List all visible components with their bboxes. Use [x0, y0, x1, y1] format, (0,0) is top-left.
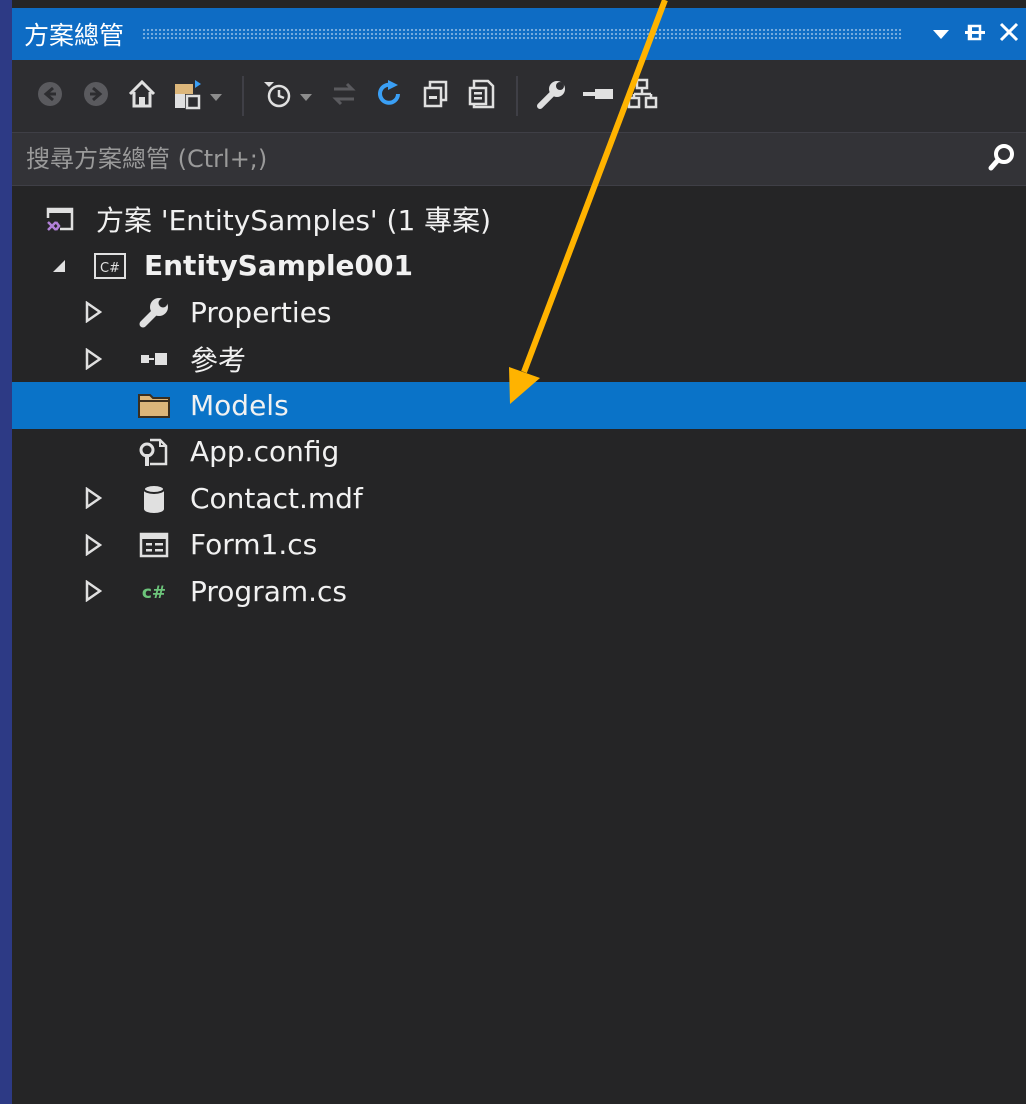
show-all-files-icon: [466, 78, 498, 114]
tree-item-program[interactable]: c# Program.cs: [12, 568, 1026, 615]
solution-explorer-panel: 方案總管 搜尋方案總管 (Ctrl+;) 方案 'EntitySamples' …: [12, 0, 1026, 1104]
refresh-icon: [374, 78, 406, 114]
close-icon: [998, 21, 1020, 47]
back-icon: [36, 80, 64, 112]
tree-item-references[interactable]: 參考: [12, 336, 1026, 383]
tree-item-form1[interactable]: Form1.cs: [12, 522, 1026, 569]
tree-item-app-config[interactable]: App.config: [12, 429, 1026, 476]
pending-changes-filter-icon: [262, 78, 294, 114]
home-icon: [126, 78, 158, 114]
tree-item-label: Properties: [190, 295, 332, 329]
sync-with-active-document-button[interactable]: [324, 74, 364, 118]
tree-item-solution[interactable]: 方案 'EntitySamples' (1 專案): [12, 196, 1026, 243]
auto-hide-pin-button[interactable]: [958, 8, 992, 60]
tree-item-label: Models: [190, 388, 289, 422]
chevron-down-icon: [210, 87, 222, 106]
collapsed-arrow-icon[interactable]: [82, 344, 104, 374]
title-grip[interactable]: [142, 28, 902, 40]
show-all-files-button[interactable]: [462, 74, 502, 118]
chevron-down-icon: [300, 87, 312, 106]
tree-item-label: App.config: [190, 435, 340, 469]
collapsed-arrow-icon[interactable]: [82, 297, 104, 327]
csharp-project-icon: C#: [90, 246, 130, 286]
collapsed-arrow-icon[interactable]: [82, 576, 104, 606]
forward-icon: [82, 80, 110, 112]
windows-form-icon: [134, 525, 174, 565]
tree-item-project[interactable]: C# EntitySample001: [12, 243, 1026, 290]
collapsed-arrow-icon[interactable]: [82, 483, 104, 513]
toolbar: [12, 60, 1026, 132]
pending-changes-filter-button[interactable]: [258, 74, 298, 118]
class-view-icon: [627, 78, 661, 114]
refresh-button[interactable]: [370, 74, 410, 118]
collapsed-arrow-icon[interactable]: [82, 530, 104, 560]
tree-item-label: EntitySample001: [144, 249, 413, 283]
config-file-icon: [134, 432, 174, 472]
properties-icon: [536, 78, 568, 114]
tree-item-label: Program.cs: [190, 574, 348, 608]
expanded-arrow-icon[interactable]: [48, 251, 70, 281]
properties-button[interactable]: [532, 74, 572, 118]
search-input[interactable]: [12, 135, 978, 183]
preview-icon: [581, 78, 615, 114]
title-bar: 方案總管: [12, 8, 1026, 60]
close-button[interactable]: [992, 8, 1026, 60]
sync-icon: [328, 78, 360, 114]
svg-text:c#: c#: [142, 583, 166, 603]
tree-item-properties[interactable]: Properties: [12, 289, 1026, 336]
visual-studio-solution-icon: [40, 199, 80, 239]
search-button[interactable]: [978, 135, 1026, 183]
toolbar-separator: [242, 76, 244, 116]
triangle-down-icon: [932, 25, 950, 44]
pending-changes-dropdown[interactable]: [298, 74, 314, 118]
switch-views-icon: [171, 78, 205, 114]
switch-views-dropdown[interactable]: [208, 74, 224, 118]
folder-icon: [134, 385, 174, 425]
collapse-all-icon: [420, 78, 452, 114]
tree-item-models[interactable]: Models: [12, 382, 1026, 429]
tree-item-label: Form1.cs: [190, 528, 318, 562]
home-button[interactable]: [122, 74, 162, 118]
window-position-button[interactable]: [924, 8, 958, 60]
csharp-file-icon: c#: [134, 571, 174, 611]
tree-item-label: Contact.mdf: [190, 481, 363, 515]
solution-tree: 方案 'EntitySamples' (1 專案) C# EntitySampl…: [12, 196, 1026, 615]
toolbar-separator: [516, 76, 518, 116]
svg-text:C#: C#: [100, 261, 120, 276]
tree-item-label: 參考: [190, 343, 247, 377]
wrench-icon: [134, 292, 174, 332]
pin-icon: [963, 22, 987, 46]
switch-views-button[interactable]: [168, 74, 208, 118]
references-icon: [134, 339, 174, 379]
collapse-all-button[interactable]: [416, 74, 456, 118]
preview-selected-items-button[interactable]: [578, 74, 618, 118]
search-bar: [12, 132, 1026, 186]
panel-title: 方案總管: [24, 21, 125, 50]
forward-button[interactable]: [76, 74, 116, 118]
database-icon: [134, 478, 174, 518]
class-view-button[interactable]: [624, 74, 664, 118]
tree-item-contact-mdf[interactable]: Contact.mdf: [12, 475, 1026, 522]
search-icon: [987, 142, 1017, 176]
tree-item-label: 方案 'EntitySamples' (1 專案): [96, 204, 492, 238]
back-button[interactable]: [30, 74, 70, 118]
